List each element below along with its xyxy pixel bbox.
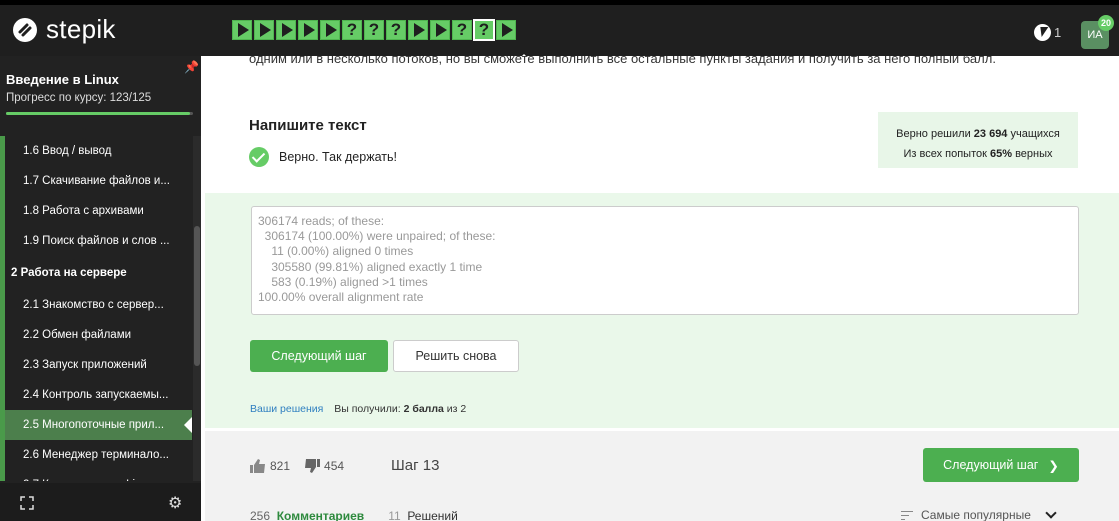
lesson-list: 1.6 Ввод / вывод 1.7 Скачивание файлов и.… [0,136,201,481]
gear-icon[interactable]: ⚙ [168,493,182,513]
sort-icon [901,510,913,520]
reactions: 821 454 [250,459,344,473]
top-bar: stepik 1 ИА 20 [0,0,1119,60]
step-9-play-icon[interactable] [408,20,428,40]
logo-text: stepik [46,14,116,44]
step-2-play-icon[interactable] [254,20,274,40]
course-progress-bar [6,112,193,115]
correct-text: Верно. Так держать! [279,150,397,164]
sort-dropdown[interactable]: Самые популярные [901,507,1057,521]
answer-textarea[interactable]: 306174 reads; of these: 306174 (100.00%)… [251,206,1079,315]
correct-feedback: Верно. Так держать! [249,147,397,167]
step-5-play-icon[interactable] [320,20,340,40]
score-value: 2 балла [403,403,444,415]
sidebar-item[interactable]: 1.9 Поиск файлов и слов ... [0,226,192,256]
sidebar-footer: ⚙ [0,483,201,521]
course-progress-text: Прогресс по курсу: 123/125 [6,92,152,104]
sidebar-item[interactable]: 1.7 Скачивание файлов и... [0,166,192,196]
task-description: одним или в несколько потоков, но вы смо… [249,56,996,66]
step-13-play-icon[interactable] [496,20,516,40]
discussion-tabs: 256 Комментариев 11 Решений [250,509,458,521]
lightning-icon [1034,24,1051,41]
task-title: Напишите текст [249,117,367,134]
sidebar-item[interactable]: 1.8 Работа с архивами [0,196,192,226]
step-8-quiz-icon[interactable] [386,20,406,40]
retry-button[interactable]: Решить снова [393,340,519,372]
sidebar-item[interactable]: 2.6 Менеджер терминало... [0,440,192,470]
course-title[interactable]: Введение в Linux [6,72,119,87]
step-3-play-icon[interactable] [276,20,296,40]
avatar-badge: 20 [1098,15,1114,31]
next-step-footer-button[interactable]: Следующий шаг ❯ [923,448,1079,482]
step-navigation [232,19,516,41]
step-7-quiz-icon[interactable] [364,20,384,40]
tab-comments[interactable]: 256 Комментариев [250,509,364,521]
stats-attempts: Из всех попыток 65% верных [903,148,1053,160]
chevron-right-icon: ❯ [1048,458,1059,473]
stats-solved: Верно решили 23 694 учащихся [896,128,1060,140]
sidebar-item[interactable]: 2.5 Многопоточные прил... [0,410,192,440]
sidebar-item[interactable]: 1.6 Ввод / вывод [0,136,192,166]
sidebar-item[interactable]: 2.4 Контроль запускаемы... [0,380,192,410]
sidebar-scrollbar-thumb[interactable] [194,226,200,366]
your-solutions-link[interactable]: Ваши решения [250,403,323,415]
course-sidebar: 📌 Введение в Linux Прогресс по курсу: 12… [0,56,201,521]
sidebar-section[interactable]: 2 Работа на сервере [0,256,192,290]
chevron-down-icon [1045,507,1057,519]
step-10-play-icon[interactable] [430,20,450,40]
sidebar-item[interactable]: 2.7 Как установить Linux: [0,470,192,481]
stepik-logo[interactable]: stepik [12,14,116,45]
course-progress-fill [6,112,190,115]
fullscreen-icon[interactable] [20,496,34,510]
likes-count: 821 [270,459,291,473]
thumbs-down-icon[interactable] [304,459,321,473]
sort-label: Самые популярные [921,508,1031,521]
notifications[interactable]: 1 [1034,24,1061,41]
sidebar-item[interactable]: 2.1 Знакомство с сервер... [0,290,192,320]
step-6-quiz-icon[interactable] [342,20,362,40]
pin-icon[interactable]: 📌 [184,60,199,74]
step-11-quiz-icon[interactable] [452,20,472,40]
step-label: Шаг 13 [391,457,440,474]
step-content: одним или в несколько потоков, но вы смо… [201,56,1119,521]
sidebar-item[interactable]: 2.3 Запуск приложений [0,350,192,380]
stepik-logo-icon [13,17,37,42]
sidebar-scrollbar[interactable] [193,136,201,481]
tab-solutions[interactable]: 11 Решений [378,509,458,521]
sidebar-item[interactable]: 2.2 Обмен файлами [0,320,192,350]
check-circle-icon [249,147,269,167]
next-step-button[interactable]: Следующий шаг [250,340,388,372]
step-12-quiz-icon[interactable] [473,19,495,41]
thumbs-up-icon[interactable] [250,459,266,473]
avatar-initials: ИА [1087,29,1103,41]
step-4-play-icon[interactable] [298,20,318,40]
stats-box: Верно решили 23 694 учащихся Из всех поп… [878,112,1078,168]
step-1-play-icon[interactable] [232,20,252,40]
score-line: Ваши решения Вы получили: 2 балла из 2 [250,403,467,415]
dislikes-count: 454 [324,459,345,473]
notifications-count: 1 [1054,25,1062,40]
